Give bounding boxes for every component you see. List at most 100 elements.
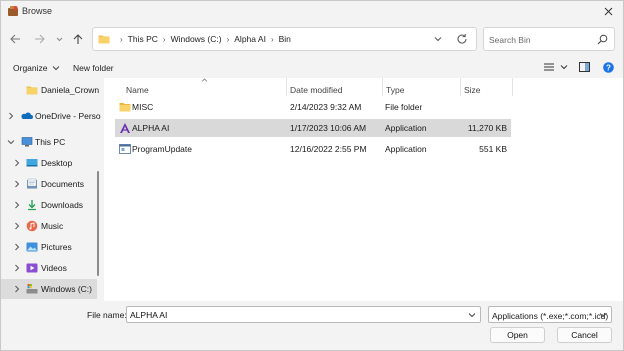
file-type-select[interactable]: Applications (*.exe;*.com;*.icd): [488, 306, 612, 323]
sidebar-item-windows-c[interactable]: Windows (C:): [1, 279, 97, 299]
sidebar-item-daniela-crown[interactable]: Daniela_Crown: [1, 80, 100, 100]
new-folder-button[interactable]: New folder: [73, 63, 114, 73]
file-type: File folder: [385, 102, 423, 112]
file-type-selected: Applications (*.exe;*.com;*.icd): [492, 311, 609, 321]
chevron-down-icon[interactable]: [433, 34, 443, 44]
refresh-icon[interactable]: [456, 33, 468, 45]
recent-locations-button[interactable]: [51, 31, 67, 47]
browse-dialog: Browse › This PC › Windows (C:) › Alpha …: [0, 0, 624, 351]
change-view-button[interactable]: [544, 60, 568, 74]
chevron-down-icon: [52, 66, 59, 71]
title-bar: Browse: [1, 1, 623, 23]
forward-button[interactable]: [31, 31, 47, 47]
file-name: ALPHA AI: [132, 123, 170, 133]
column-header-date[interactable]: Date modified: [290, 82, 342, 98]
sidebar-item-label: Videos: [41, 263, 67, 273]
chevron-down-icon[interactable]: [7, 138, 15, 146]
sidebar-item-music[interactable]: Music: [1, 216, 97, 236]
column-size-label: Size: [464, 85, 481, 95]
sidebar-item-documents[interactable]: Documents: [1, 174, 97, 194]
chevron-right-icon[interactable]: [13, 222, 21, 230]
sidebar-item-label: Pictures: [41, 242, 72, 252]
crumb-this-pc[interactable]: This PC: [128, 34, 158, 44]
chevron-right-icon[interactable]: [13, 243, 21, 251]
search-box[interactable]: [483, 27, 615, 51]
chevron-right-icon: ›: [270, 34, 274, 44]
help-icon: ?: [603, 61, 614, 73]
sidebar-scrollbar[interactable]: [97, 171, 99, 276]
sidebar-item-label: Daniela_Crown: [41, 85, 100, 95]
chevron-right-icon[interactable]: [13, 159, 21, 167]
column-divider[interactable]: [382, 78, 383, 96]
chevron-right-icon[interactable]: [13, 180, 21, 188]
sidebar-item-this-pc[interactable]: This PC: [1, 132, 97, 152]
file-name-combobox[interactable]: [126, 306, 481, 323]
sidebar-item-onedrive[interactable]: OneDrive - Perso: [1, 106, 101, 126]
column-date-label: Date modified: [290, 85, 343, 95]
folder-icon: [119, 103, 131, 112]
cancel-button[interactable]: Cancel: [557, 327, 612, 343]
table-row-selected[interactable]: ALPHA AI 1/17/2023 10:06 AM Application …: [115, 119, 511, 137]
chevron-down-icon: [560, 65, 568, 70]
preview-pane-icon: [579, 62, 590, 72]
table-row[interactable]: ProgramUpdate 12/16/2022 2:55 PM Applica…: [115, 140, 511, 158]
preview-pane-button[interactable]: [579, 60, 590, 74]
sidebar-item-downloads[interactable]: Downloads: [1, 195, 97, 215]
breadcrumb: › This PC › Windows (C:) › Alpha AI › Bi…: [115, 34, 291, 44]
sidebar-item-desktop[interactable]: Desktop: [1, 153, 97, 173]
organize-button[interactable]: Organize: [13, 63, 60, 73]
sidebar-item-pictures[interactable]: Pictures: [1, 237, 97, 257]
column-header-size[interactable]: Size: [464, 82, 481, 98]
back-button[interactable]: [7, 31, 23, 47]
sidebar-item-label: OneDrive - Perso: [35, 111, 101, 121]
chevron-right-icon[interactable]: [13, 285, 21, 293]
address-bar[interactable]: › This PC › Windows (C:) › Alpha AI › Bi…: [92, 27, 477, 51]
file-list: Name Date modified Type Size MISC 2/14/2…: [104, 78, 623, 301]
open-button[interactable]: Open: [490, 327, 545, 343]
chevron-right-icon: ›: [162, 34, 166, 44]
column-header-type[interactable]: Type: [386, 82, 404, 98]
alpha-app-icon: [120, 123, 130, 133]
exe-icon: [119, 144, 131, 154]
sidebar-item-label: Windows (C:): [41, 284, 93, 294]
column-name-label: Name: [126, 85, 149, 95]
close-button[interactable]: [599, 3, 617, 19]
column-divider[interactable]: [512, 78, 513, 96]
sidebar-item-videos[interactable]: Videos: [1, 258, 97, 278]
sidebar-item-label: This PC: [35, 137, 66, 147]
arrow-up-icon: [73, 33, 83, 44]
file-type: Application: [385, 123, 427, 133]
file-name: ProgramUpdate: [132, 144, 193, 154]
crumb-alpha-ai[interactable]: Alpha AI: [234, 34, 266, 44]
table-row[interactable]: MISC 2/14/2023 9:32 AM File folder: [115, 98, 511, 116]
chevron-right-icon[interactable]: [13, 201, 21, 209]
search-input[interactable]: [489, 33, 594, 46]
file-name-label: File name:: [87, 310, 127, 320]
file-name-input[interactable]: [130, 309, 460, 321]
pictures-icon: [26, 242, 38, 252]
column-divider[interactable]: [286, 78, 287, 96]
column-divider[interactable]: [460, 78, 461, 96]
list-view-icon: [544, 63, 554, 71]
help-button[interactable]: ?: [603, 60, 614, 74]
crumb-bin[interactable]: Bin: [279, 34, 291, 44]
column-header-name[interactable]: Name: [126, 82, 149, 98]
window-title: Browse: [22, 6, 53, 16]
file-name: MISC: [132, 102, 154, 112]
close-icon: [604, 7, 612, 15]
documents-icon: [27, 178, 37, 189]
search-icon: [597, 34, 608, 45]
folder-icon: [98, 35, 110, 44]
arrow-left-icon: [9, 34, 20, 44]
up-button[interactable]: [70, 31, 86, 47]
file-size: 11,270 KB: [467, 123, 507, 133]
crumb-windows-c[interactable]: Windows (C:): [171, 34, 222, 44]
chevron-down-icon: [599, 313, 607, 318]
chevron-right-icon[interactable]: [13, 264, 21, 272]
chevron-down-icon: [56, 37, 62, 41]
chevron-right-icon: ›: [120, 34, 123, 44]
sidebar-item-label: Music: [41, 221, 64, 231]
chevron-down-icon[interactable]: [468, 311, 476, 319]
drive-icon: [26, 284, 38, 294]
chevron-right-icon[interactable]: [7, 112, 15, 120]
